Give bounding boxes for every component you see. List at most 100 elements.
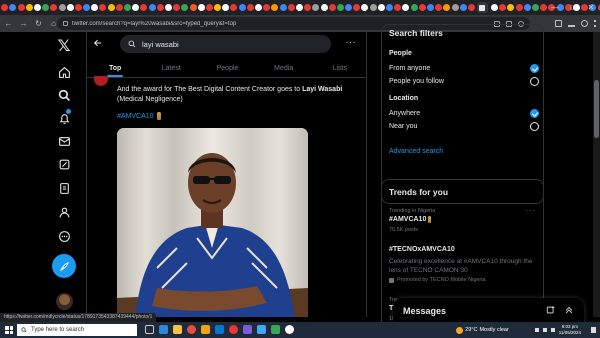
trend-item[interactable]: #AMVCA10 [389, 216, 432, 223]
tab-top[interactable]: Top [87, 60, 143, 77]
browser-tab-favicon[interactable] [42, 4, 50, 11]
profile-nav-icon[interactable] [56, 204, 72, 220]
browser-tab-favicon[interactable] [402, 4, 410, 11]
browser-tab-favicon[interactable] [197, 4, 205, 11]
browser-tab-favicon[interactable] [115, 4, 123, 11]
back-browser-button[interactable]: ← [2, 17, 15, 30]
home-nav-icon[interactable] [56, 64, 72, 80]
promoted-trend-name[interactable]: #TECNOxAMVCA10 [389, 246, 455, 253]
browser-tab-favicon[interactable] [426, 4, 434, 11]
chrome-icon[interactable] [187, 325, 196, 334]
browser-tab-favicon[interactable] [435, 4, 443, 11]
browser-tab-favicon[interactable] [9, 4, 17, 11]
browser-tab-favicon[interactable] [377, 4, 385, 11]
browser-tab-favicon[interactable] [214, 4, 222, 11]
taskbar-search[interactable]: Type here to search [17, 324, 137, 336]
tab-media[interactable]: Media [256, 60, 312, 77]
notifications-icon[interactable] [591, 327, 596, 333]
tab-people[interactable]: People [199, 60, 255, 77]
search-input[interactable]: layi wasabi [120, 35, 331, 53]
browser-tab-favicon[interactable] [418, 4, 426, 11]
browser-tab-favicon[interactable] [491, 4, 499, 11]
browser-tab-favicon[interactable] [25, 4, 33, 11]
tweet-photo[interactable] [117, 128, 308, 317]
search-query[interactable]: layi wasabi [142, 40, 179, 49]
browser-tab-favicon[interactable] [50, 4, 58, 11]
browser-tab-favicon[interactable] [66, 4, 74, 11]
browser-tab-favicon[interactable] [33, 4, 41, 11]
filter-people-you-follow[interactable]: People you follow [389, 77, 539, 86]
volume-icon[interactable] [550, 328, 555, 332]
messages-drawer[interactable]: Messages [393, 298, 584, 323]
browser-tab-favicon[interactable] [345, 4, 353, 11]
browser-tab-favicon[interactable] [515, 4, 523, 11]
profile-icon[interactable] [581, 20, 588, 27]
radio-checked-icon[interactable] [530, 64, 539, 73]
browser-tab-favicon[interactable] [353, 4, 361, 11]
browser-tab-favicon[interactable] [74, 4, 82, 11]
browser-tab-favicon[interactable] [328, 4, 336, 11]
browser-tab-favicon[interactable] [320, 4, 328, 11]
browser-tab-favicon[interactable] [205, 4, 213, 11]
task-view-icon[interactable] [145, 325, 154, 334]
tweet-hashtag[interactable]: #AMVCA10 [117, 113, 154, 120]
store-icon[interactable] [215, 325, 224, 334]
radio-unchecked-icon[interactable] [530, 77, 539, 86]
tray-chevron-icon[interactable] [534, 328, 539, 332]
maximize-button[interactable]: □ [564, 0, 582, 15]
active-tab-x[interactable] [476, 2, 488, 13]
network-icon[interactable] [542, 328, 547, 332]
explore-search-icon[interactable] [56, 87, 72, 103]
post-button[interactable] [52, 254, 76, 278]
minimize-button[interactable]: — [546, 0, 564, 15]
browser-tab-favicon[interactable] [238, 4, 246, 11]
browser-tab-favicon[interactable] [222, 4, 230, 11]
page-scrollbar[interactable] [593, 32, 600, 317]
browser-tab-favicon[interactable] [164, 4, 172, 11]
expand-chevron-icon[interactable] [564, 305, 574, 315]
browser-tab-favicon[interactable] [99, 4, 107, 11]
browser-tab-favicon[interactable] [91, 4, 99, 11]
browser-tab-favicon[interactable] [189, 4, 197, 11]
browser-tab-favicon[interactable] [140, 4, 148, 11]
trend-more-icon[interactable]: ··· [526, 206, 536, 215]
address-url[interactable]: twitter.com/search?q=layi%20wasabi&src=t… [72, 21, 236, 27]
browser-tab-favicon[interactable] [279, 4, 287, 11]
reload-button[interactable]: ↻ [32, 17, 45, 30]
browser-tab-favicon[interactable] [287, 4, 295, 11]
mail-icon[interactable] [257, 325, 266, 334]
extensions-icon[interactable] [555, 20, 562, 27]
browser-tab-favicon[interactable] [58, 4, 66, 11]
browser-tab-favicon[interactable] [107, 4, 115, 11]
browser-tab-favicon[interactable] [410, 4, 418, 11]
browser-tab-favicon[interactable] [451, 4, 459, 11]
vlc-icon[interactable] [201, 325, 210, 334]
browser-tab-favicon[interactable] [246, 4, 254, 11]
browser-tab-favicon[interactable] [83, 4, 91, 11]
lists-icon[interactable] [56, 180, 72, 196]
browser-tab-favicon[interactable] [132, 4, 140, 11]
browser-tab-favicon[interactable] [312, 4, 320, 11]
tweet-author-avatar[interactable] [94, 76, 108, 86]
forward-browser-button[interactable]: → [17, 17, 30, 30]
browser-tab-favicon[interactable] [255, 4, 262, 11]
download-icon[interactable] [568, 20, 575, 27]
windows-start-icon[interactable] [5, 326, 13, 334]
account-avatar[interactable] [56, 293, 73, 310]
close-window-button[interactable]: ✕ [582, 0, 600, 15]
radio-checked-icon[interactable] [530, 109, 539, 118]
browser-tab-favicon[interactable] [386, 4, 393, 11]
app-icon[interactable] [285, 325, 294, 334]
browser-tab-favicon[interactable] [156, 4, 164, 11]
taskbar-search-placeholder[interactable]: Type here to search [31, 327, 84, 333]
file-explorer-icon[interactable] [173, 325, 182, 334]
browser-tab-favicon[interactable] [271, 4, 279, 11]
advanced-search-link[interactable]: Advanced search [389, 148, 443, 155]
browser-tab-favicon[interactable] [304, 4, 312, 11]
tab-lists[interactable]: Lists [312, 60, 366, 77]
browser-tab-favicon[interactable] [230, 4, 238, 11]
browser-tab-favicon[interactable] [532, 4, 539, 11]
radio-unchecked-icon[interactable] [530, 122, 539, 131]
filter-from-anyone[interactable]: From anyone [389, 64, 539, 73]
browser-tab-favicon[interactable] [1, 4, 9, 11]
